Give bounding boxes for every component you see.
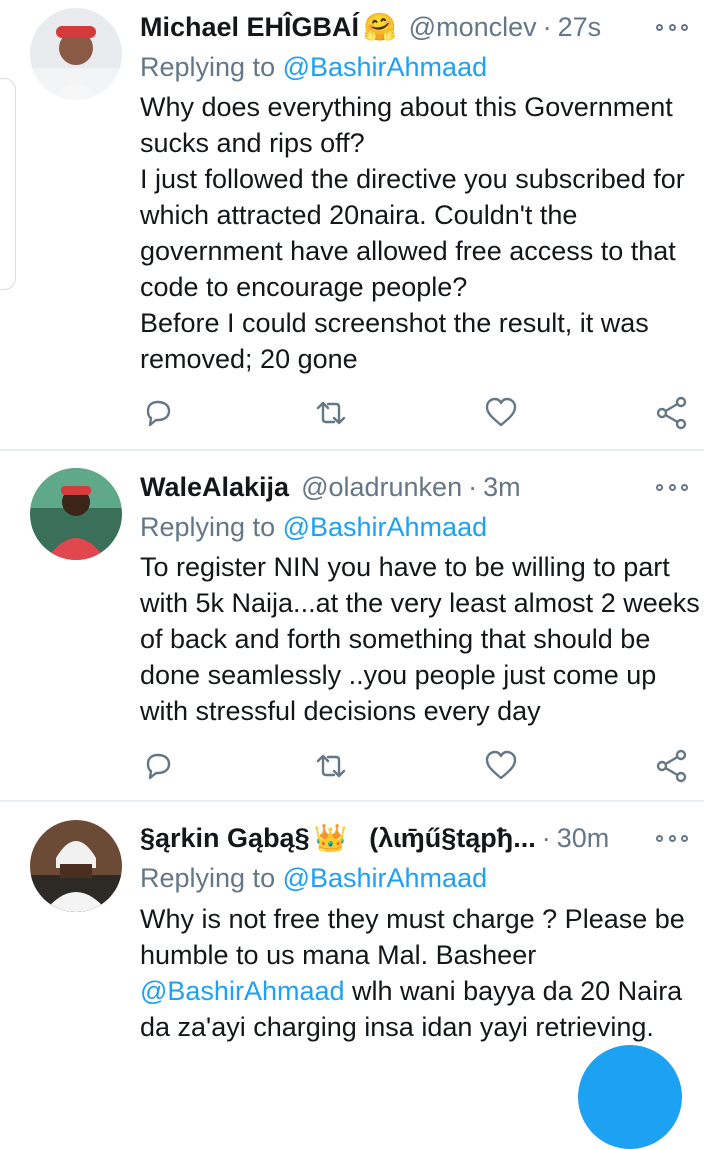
timestamp[interactable]: 30m [557, 823, 610, 854]
tweet-header: WaleAlakija @oladrunken · 3m [140, 467, 688, 507]
share-icon[interactable] [656, 396, 690, 430]
tweet-header: Michael EHÎGBAÍ 🤗 @monclev · 27s [140, 7, 688, 47]
tweet-text: Why does everything about this Governmen… [140, 92, 685, 374]
replying-to: Replying to @BashirAhmaad [140, 512, 487, 543]
heart-icon[interactable] [484, 749, 518, 783]
hug-emoji: 🤗 [363, 12, 397, 42]
avatar[interactable] [30, 468, 122, 560]
more-icon[interactable] [656, 831, 688, 845]
replying-to: Replying to @BashirAhmaad [140, 52, 487, 83]
tweet-text: Why is not free they must charge ? Pleas… [140, 901, 700, 1045]
tweet-mention[interactable]: @BashirAhmaad [140, 976, 345, 1006]
tweet-text-part: Why is not free they must charge ? Pleas… [140, 904, 685, 970]
reply-icon[interactable] [141, 749, 175, 783]
reply-icon[interactable] [141, 396, 175, 430]
avatar[interactable] [30, 820, 122, 912]
replying-mention[interactable]: @BashirAhmaad [283, 512, 488, 542]
more-icon[interactable] [656, 480, 688, 494]
retweet-icon[interactable] [314, 396, 348, 430]
crown-emoji: 👑 [313, 823, 348, 853]
tweet-text: To register NIN you have to be willing t… [140, 552, 700, 726]
avatar[interactable] [30, 8, 122, 100]
replying-mention[interactable]: @BashirAhmaad [283, 863, 488, 893]
separator-dot: · [468, 471, 478, 502]
user-handle[interactable]: (λɩɱ̄ű§tąpђ... [369, 823, 536, 854]
replying-mention[interactable]: @BashirAhmaad [283, 52, 488, 82]
compose-button[interactable] [578, 1045, 682, 1149]
replying-to: Replying to @BashirAhmaad [140, 863, 487, 894]
timestamp[interactable]: 27s [558, 12, 602, 43]
user-handle[interactable]: @monclev [409, 12, 537, 43]
replying-prefix: Replying to [140, 52, 283, 82]
replying-prefix: Replying to [140, 512, 283, 542]
separator-dot: · [541, 822, 551, 853]
user-handle[interactable]: @oladrunken [301, 472, 462, 503]
display-name[interactable]: Michael EHÎGBAÍ [140, 12, 359, 43]
tweet-1[interactable]: Michael EHÎGBAÍ 🤗 @monclev · 27s Replyin… [0, 0, 704, 450]
tweet-2[interactable]: WaleAlakija @oladrunken · 3m Replying to… [0, 451, 704, 801]
display-name[interactable]: WaleAlakija [140, 472, 289, 503]
retweet-icon[interactable] [314, 749, 348, 783]
more-icon[interactable] [656, 20, 688, 34]
display-name[interactable]: §ąrkin Gąbą§ [140, 823, 310, 854]
tweet-header: §ąrkin Gąbą§ 👑 (λɩɱ̄ű§tąpђ... · 30m [140, 818, 688, 858]
heart-icon[interactable] [484, 396, 518, 430]
share-icon[interactable] [656, 749, 690, 783]
replying-prefix: Replying to [140, 863, 283, 893]
separator-dot: · [542, 11, 552, 42]
tweet-3[interactable]: §ąrkin Gąbą§ 👑 (λɩɱ̄ű§tąpђ... · 30m Repl… [0, 802, 704, 1085]
timestamp[interactable]: 3m [483, 472, 521, 503]
